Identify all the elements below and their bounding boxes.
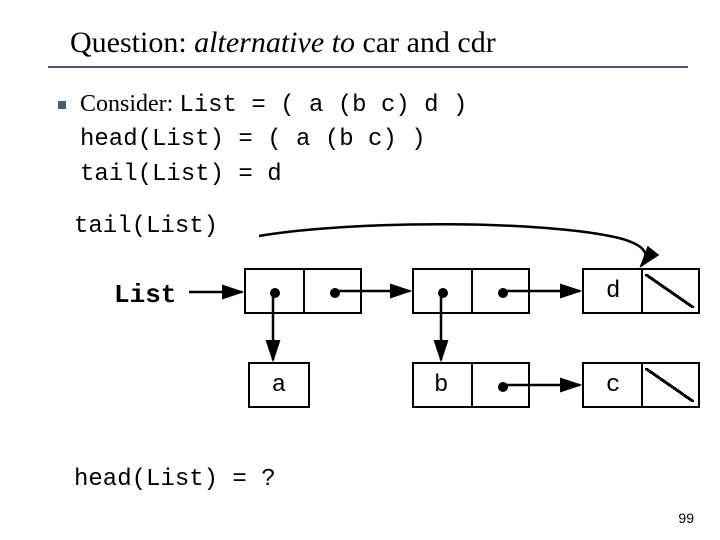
head-list-label: head(List) = ? [74,466,690,493]
consider-label: Consider: [80,91,179,117]
list-label: List [114,280,176,310]
page-number: 99 [678,510,694,526]
dot-icon [438,288,448,298]
atom-c-value: c [606,372,620,399]
nil-slash-icon [641,270,698,312]
intro-line2: head(List) = ( a (b c) ) [80,126,426,153]
intro-line1: List = ( a (b c) d ) [179,92,467,119]
cons-1 [244,268,362,314]
cons-3: b [412,362,530,408]
atom-d-value: d [606,278,620,305]
nil-slash-icon [641,364,698,406]
bullet-icon [58,101,66,109]
atom-d: d [582,268,700,314]
slide-title: Question: alternative to car and cdr [70,26,690,60]
dot-icon [330,288,340,298]
title-question: Question: [70,26,194,59]
cons-diagram: List d a b c [74,244,690,444]
title-underline [48,66,688,68]
atom-a: a [248,362,310,408]
intro-text: Consider: List = ( a (b c) d ) head(List… [80,88,467,191]
slide: Question: alternative to car and cdr Con… [0,0,720,540]
dot-icon [498,288,508,298]
intro-block: Consider: List = ( a (b c) d ) head(List… [58,88,690,191]
intro-line3: tail(List) = d [80,161,282,188]
atom-a-value: a [272,372,286,399]
atom-b-value: b [434,372,448,399]
tail-list-label: tail(List) [74,213,690,240]
title-alt: alternative to [194,26,355,59]
cons-2 [412,268,530,314]
dot-icon [270,288,280,298]
dot-icon [498,382,508,392]
title-rest: car and cdr [355,26,496,59]
atom-c: c [582,362,700,408]
